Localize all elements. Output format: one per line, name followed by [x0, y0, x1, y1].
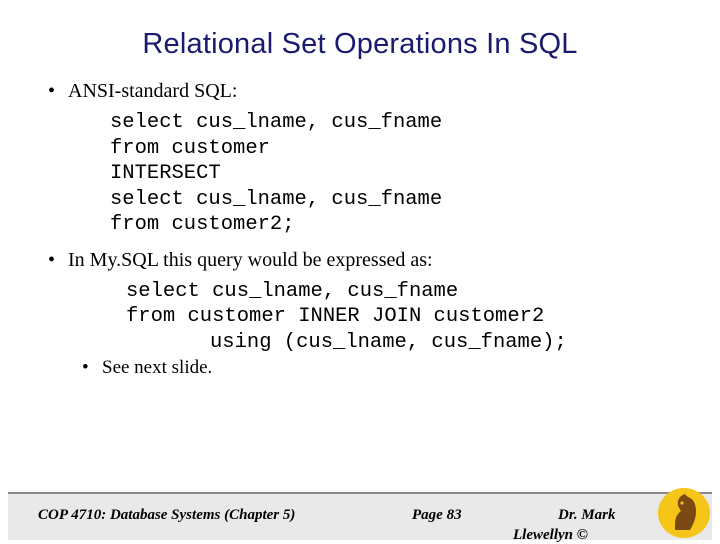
code-line: using (cus_lname, cus_fname); — [210, 330, 567, 354]
bullet-item-2: • In My.SQL this query would be expresse… — [30, 247, 690, 273]
code-line: select cus_lname, cus_fname — [110, 111, 443, 134]
code-line: from customer — [110, 136, 270, 160]
page-title: Relational Set Operations In SQL — [142, 28, 578, 60]
bullet-text: See next slide. — [102, 357, 213, 378]
footer-author: Dr. Mark — [558, 507, 616, 523]
code-line: select cus_lname, cus_fname — [110, 187, 443, 211]
slide: Relational Set Operations In SQL • ANSI-… — [0, 0, 720, 543]
bullet-marker: • — [48, 80, 56, 102]
bullet-text: ANSI-standard SQL: — [68, 80, 238, 102]
knight-logo-icon — [658, 488, 710, 538]
footer-author-second-line: Llewellyn © — [513, 527, 588, 543]
bullet-text: In My.SQL this query would be expressed … — [68, 248, 433, 271]
footer: COP 4710: Database Systems (Chapter 5) P… — [8, 494, 712, 543]
bullet-marker: • — [48, 248, 56, 271]
footer-course-label: COP 4710: Database Systems (Chapter 5) — [38, 507, 296, 523]
bullet-item-1: • ANSI-standard SQL: — [30, 78, 690, 104]
bullet-item-3: • See next slide. — [30, 355, 690, 381]
code-line: select cus_lname, cus_fname — [126, 279, 459, 303]
code-line: from customer INNER JOIN customer2 — [126, 305, 545, 328]
bullet-marker: • — [82, 357, 89, 378]
code-line: INTERSECT — [110, 162, 221, 185]
code-line: from customer2; — [110, 213, 295, 236]
footer-page-number: Page 83 — [412, 507, 462, 523]
slide-body: • ANSI-standard SQL: select cus_lname, c… — [30, 78, 690, 383]
